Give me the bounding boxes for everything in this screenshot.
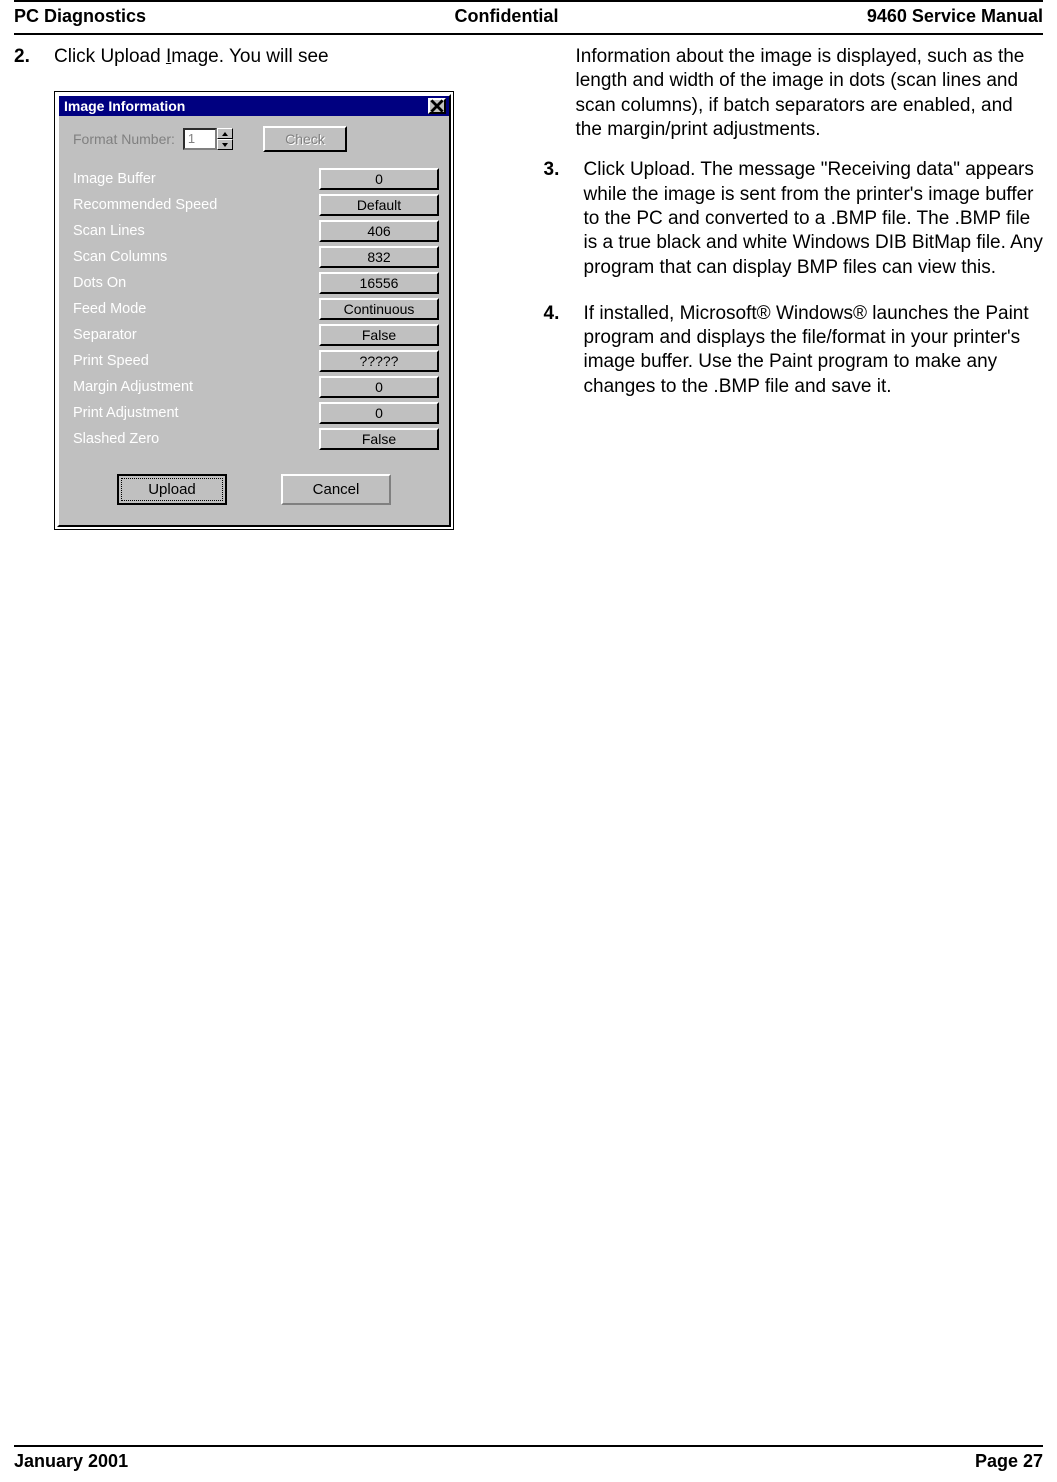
step4-a: If installed, Microsoft — [584, 303, 757, 324]
footer-left: January 2001 — [14, 1451, 128, 1472]
info-row-value: Default — [319, 194, 439, 216]
info-row-label: Feed Mode — [73, 301, 146, 317]
step-4: 4. If installed, Microsoft® Windows® lau… — [544, 302, 1044, 407]
step-body: Click Upload Image. You will see — [54, 45, 329, 77]
step2-text-a: Click Upload — [54, 46, 166, 67]
spinner-up-icon[interactable] — [217, 128, 233, 139]
cancel-button[interactable]: Cancel — [281, 474, 391, 505]
step-3: 3. Click Upload. The message "Receiving … — [544, 158, 1044, 288]
step-body: Click Upload. The message "Receiving dat… — [584, 158, 1044, 288]
registered-icon: ® — [757, 303, 771, 324]
info-row-label: Scan Columns — [73, 249, 167, 265]
step-number: 3. — [544, 158, 570, 288]
info-row-label: Scan Lines — [73, 223, 145, 239]
info-row-label: Separator — [73, 327, 137, 343]
footer-right: Page 27 — [975, 1451, 1043, 1472]
info-row: Print Adjustment 0 — [73, 400, 439, 426]
step-number: 2. — [14, 45, 40, 77]
check-button[interactable]: Check — [263, 126, 347, 152]
info-row-label: Recommended Speed — [73, 197, 217, 213]
info-row: Scan Columns 832 — [73, 244, 439, 270]
info-row-value: 406 — [319, 220, 439, 242]
format-number-spinner[interactable]: 1 — [183, 128, 233, 150]
dialog-titlebar: Image Information — [59, 96, 449, 116]
info-row-value: ????? — [319, 350, 439, 372]
step3-text: Click Upload. The message "Receiving dat… — [584, 158, 1044, 280]
dialog-screenshot: Image Information Format Number: 1 — [54, 91, 454, 530]
info-row: Feed Mode Continuous — [73, 296, 439, 322]
info-row-value: Continuous — [319, 298, 439, 320]
info-row: Print Speed????? — [73, 348, 439, 374]
info-row-value: 0 — [319, 168, 439, 190]
upload-button[interactable]: Upload — [117, 474, 227, 505]
header-left: PC Diagnostics — [14, 6, 146, 27]
dialog-title: Image Information — [62, 98, 185, 114]
header-center: Confidential — [454, 6, 558, 27]
info-row: Margin Adjustment 0 — [73, 374, 439, 400]
close-icon[interactable] — [428, 98, 446, 114]
format-number-label: Format Number: — [73, 131, 175, 147]
registered-icon: ® — [853, 303, 867, 324]
format-number-value: 1 — [183, 128, 217, 150]
info-row: Image Buffer 0 — [73, 166, 439, 192]
step-body: If installed, Microsoft® Windows® launch… — [584, 302, 1044, 407]
info-row: Slashed Zero False — [73, 426, 439, 452]
info-row-label: Margin Adjustment — [73, 379, 193, 395]
info-row: Separator False — [73, 322, 439, 348]
info-row-label: Dots On — [73, 275, 126, 291]
step4-text: If installed, Microsoft® Windows® launch… — [584, 302, 1044, 399]
info-row-label: Print Speed — [73, 353, 149, 369]
info-row-label: Slashed Zero — [73, 431, 159, 447]
info-row-value: 16556 — [319, 272, 439, 294]
info-row-value: 0 — [319, 402, 439, 424]
intro-paragraph: Information about the image is displayed… — [576, 45, 1044, 142]
step4-b: Windows — [771, 303, 853, 324]
info-row-label: Print Adjustment — [73, 405, 179, 421]
spinner-down-icon[interactable] — [217, 139, 233, 150]
info-row-label: Image Buffer — [73, 171, 156, 187]
info-row-value: 0 — [319, 376, 439, 398]
info-row: Scan Lines 406 — [73, 218, 439, 244]
step-number: 4. — [544, 302, 570, 407]
info-row: Dots On 16556 — [73, 270, 439, 296]
step2-text-b: mage. You will see — [171, 46, 328, 67]
header-right: 9460 Service Manual — [867, 6, 1043, 27]
step-2: 2. Click Upload Image. You will see — [14, 45, 514, 77]
info-row: Recommended Speed Default — [73, 192, 439, 218]
info-row-value: False — [319, 324, 439, 346]
info-row-value: False — [319, 428, 439, 450]
info-row-value: 832 — [319, 246, 439, 268]
